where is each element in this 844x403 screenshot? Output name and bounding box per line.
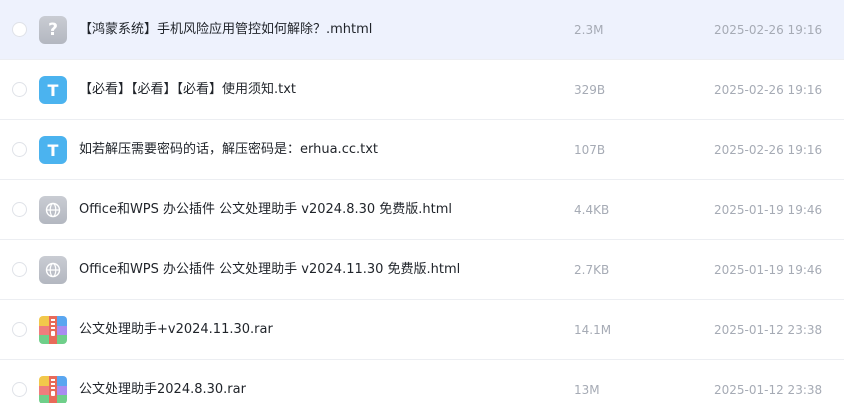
- web-file-icon: [39, 196, 67, 224]
- file-date: 2025-01-12 23:38: [714, 383, 823, 397]
- file-date: 2025-01-12 23:38: [714, 323, 823, 337]
- file-name[interactable]: 公文处理助手2024.8.30.rar: [79, 380, 246, 400]
- file-name[interactable]: 【鸿蒙系统】手机风险应用管控如何解除？.mhtml: [79, 20, 372, 40]
- file-name[interactable]: 公文处理助手+v2024.11.30.rar: [79, 320, 273, 340]
- file-date: 2025-02-26 19:16: [714, 83, 823, 97]
- row-checkbox[interactable]: [12, 262, 27, 277]
- file-size: 2.3M: [574, 23, 604, 37]
- file-name[interactable]: 如若解压需要密码的话，解压密码是：erhua.cc.txt: [79, 140, 378, 160]
- file-row[interactable]: ? 【鸿蒙系统】手机风险应用管控如何解除？.mhtml 2.3M 2025-02…: [0, 0, 844, 60]
- file-row[interactable]: 公文处理助手+v2024.11.30.rar 14.1M 2025-01-12 …: [0, 300, 844, 360]
- file-size: 329B: [574, 83, 606, 97]
- file-size: 107B: [574, 143, 606, 157]
- row-checkbox[interactable]: [12, 382, 27, 397]
- file-row[interactable]: T 【必看】【必看】【必看】使用须知.txt 329B 2025-02-26 1…: [0, 60, 844, 120]
- file-date: 2025-01-19 19:46: [714, 263, 823, 277]
- row-checkbox[interactable]: [12, 322, 27, 337]
- file-size: 13M: [574, 383, 600, 397]
- rar-archive-icon: [39, 316, 67, 344]
- row-checkbox[interactable]: [12, 82, 27, 97]
- file-row[interactable]: T 如若解压需要密码的话，解压密码是：erhua.cc.txt 107B 202…: [0, 120, 844, 180]
- rar-archive-icon: [39, 376, 67, 403]
- file-size: 14.1M: [574, 323, 612, 337]
- file-date: 2025-02-26 19:16: [714, 143, 823, 157]
- file-name[interactable]: Office和WPS 办公插件 公文处理助手 v2024.11.30 免费版.h…: [79, 260, 460, 280]
- file-date: 2025-02-26 19:16: [714, 23, 823, 37]
- file-list: ? 【鸿蒙系统】手机风险应用管控如何解除？.mhtml 2.3M 2025-02…: [0, 0, 844, 403]
- unknown-file-icon: ?: [39, 16, 67, 44]
- file-row[interactable]: 公文处理助手2024.8.30.rar 13M 2025-01-12 23:38: [0, 360, 844, 403]
- file-name[interactable]: 【必看】【必看】【必看】使用须知.txt: [79, 80, 296, 100]
- text-file-icon: T: [39, 136, 67, 164]
- row-checkbox[interactable]: [12, 22, 27, 37]
- file-size: 2.7KB: [574, 263, 610, 277]
- file-date: 2025-01-19 19:46: [714, 203, 823, 217]
- row-checkbox[interactable]: [12, 142, 27, 157]
- web-file-icon: [39, 256, 67, 284]
- file-size: 4.4KB: [574, 203, 610, 217]
- file-row[interactable]: Office和WPS 办公插件 公文处理助手 v2024.11.30 免费版.h…: [0, 240, 844, 300]
- row-checkbox[interactable]: [12, 202, 27, 217]
- text-file-icon: T: [39, 76, 67, 104]
- file-row[interactable]: Office和WPS 办公插件 公文处理助手 v2024.8.30 免费版.ht…: [0, 180, 844, 240]
- file-name[interactable]: Office和WPS 办公插件 公文处理助手 v2024.8.30 免费版.ht…: [79, 200, 452, 220]
